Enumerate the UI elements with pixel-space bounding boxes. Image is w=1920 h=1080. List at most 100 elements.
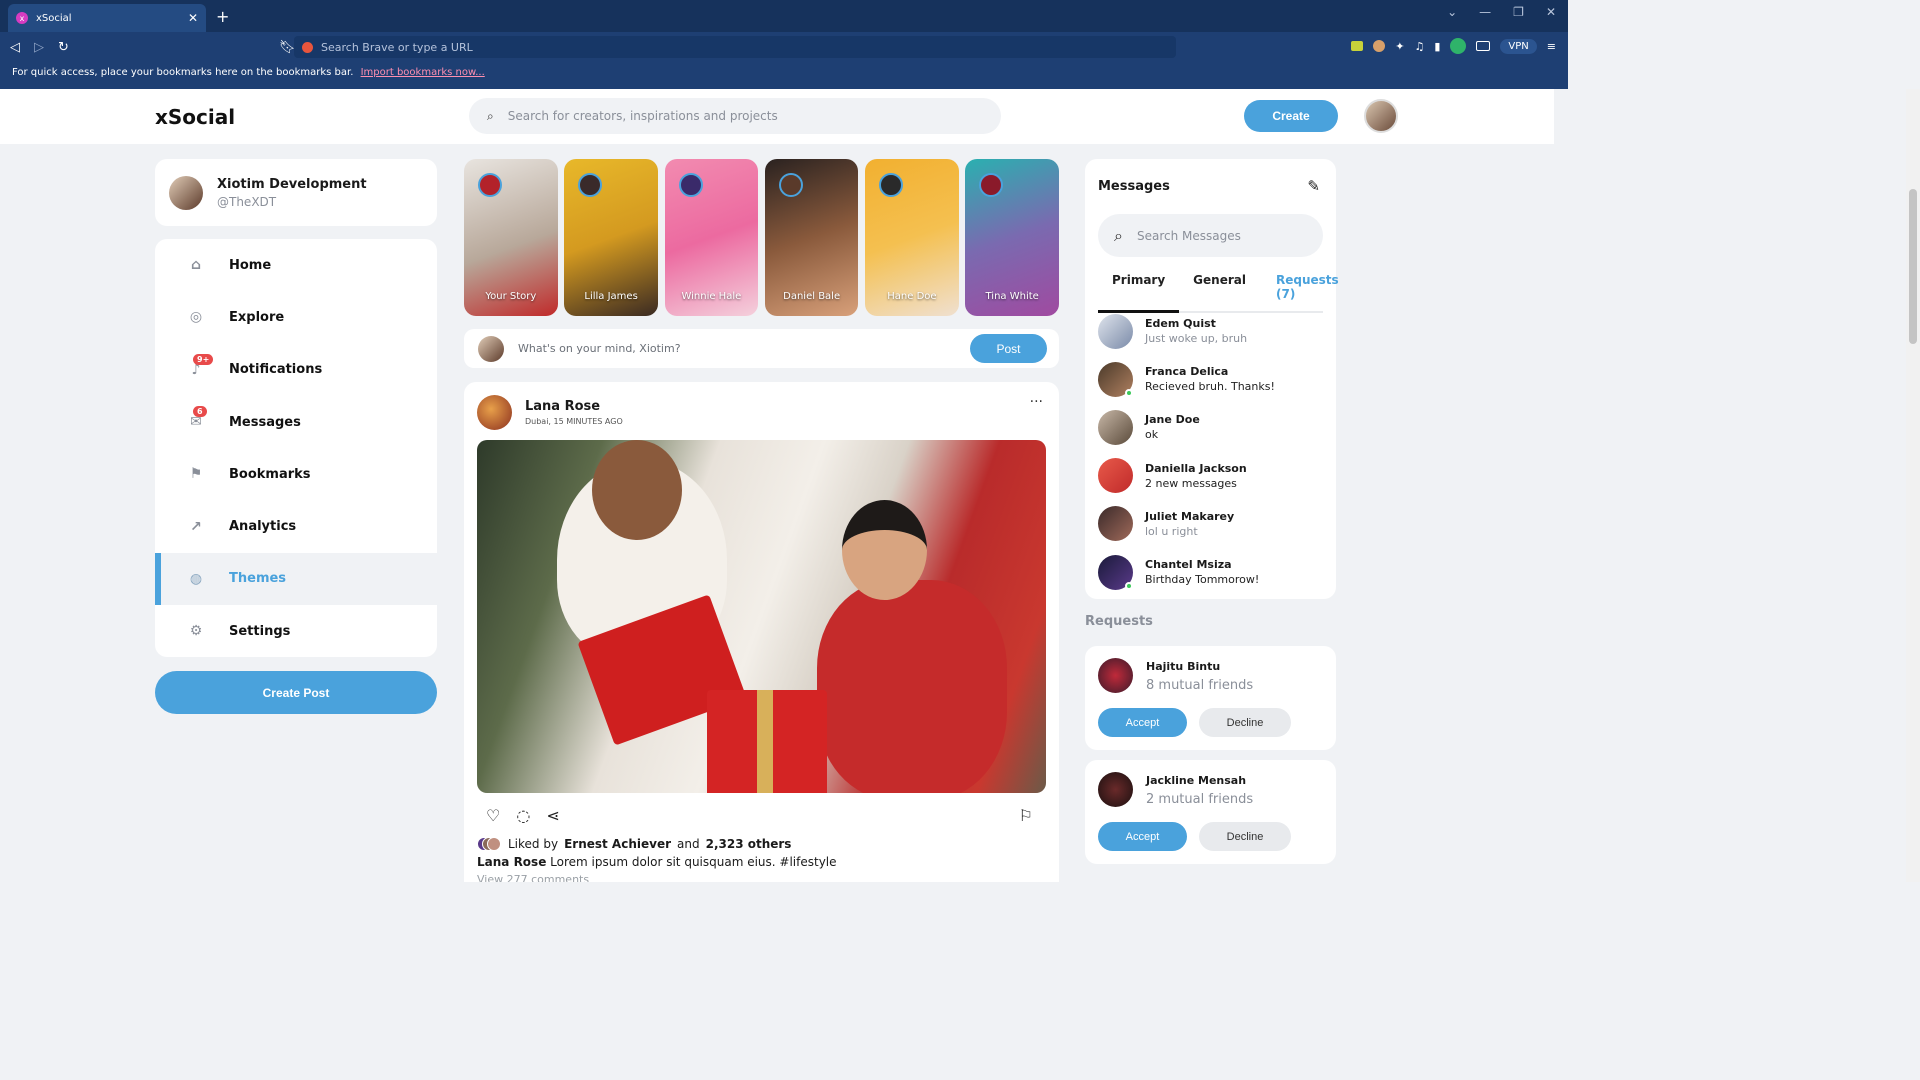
- extension-icon[interactable]: [1450, 38, 1467, 54]
- create-button[interactable]: Create: [1244, 100, 1338, 132]
- post-button[interactable]: Post: [970, 334, 1047, 363]
- close-tab-icon[interactable]: ✕: [188, 11, 198, 25]
- minimize-icon[interactable]: —: [1479, 5, 1491, 19]
- extension-icon[interactable]: [1351, 41, 1364, 51]
- reload-icon[interactable]: ↻: [58, 40, 69, 55]
- message-sender: Edem Quist: [1145, 317, 1216, 331]
- sidebar-item-label: Themes: [229, 571, 287, 587]
- window-controls: ⌄ — ❐ ✕: [1447, 5, 1556, 19]
- sidebar-item-bookmarks[interactable]: ⚑ Bookmarks: [155, 448, 437, 500]
- story-card[interactable]: Hane Doe: [865, 159, 959, 316]
- list-item[interactable]: Franca Delica Recieved bruh. Thanks!: [1098, 355, 1323, 403]
- liked-by-others[interactable]: 2,323 others: [706, 837, 792, 851]
- music-icon[interactable]: ♫: [1414, 40, 1424, 53]
- heart-icon[interactable]: ♡: [486, 806, 500, 825]
- message-preview: ok: [1145, 428, 1159, 442]
- menu-icon[interactable]: ≡: [1547, 40, 1556, 53]
- vpn-button[interactable]: VPN: [1500, 38, 1537, 54]
- accept-button[interactable]: Accept: [1098, 708, 1187, 737]
- bell-icon: ♪ 9+: [187, 353, 214, 378]
- browser-chrome: x xSocial ✕ + ⌄ — ❐ ✕ ◁ ▷ ↻ 🔖︎ Search Br…: [0, 0, 1568, 89]
- decline-button[interactable]: Decline: [1199, 708, 1291, 737]
- avatar: [1098, 554, 1133, 590]
- sidebar-item-settings[interactable]: ⚙ Settings: [155, 605, 437, 657]
- search-input[interactable]: ⌕ Search for creators, inspirations and …: [469, 98, 1001, 134]
- wallet-icon[interactable]: [1476, 41, 1491, 51]
- story-card[interactable]: Your Story: [464, 159, 558, 316]
- close-window-icon[interactable]: ✕: [1546, 5, 1556, 19]
- puzzle-icon[interactable]: ✦: [1395, 40, 1404, 53]
- sidebar-item-home[interactable]: ⌂ Home: [155, 239, 437, 291]
- story-card[interactable]: Winnie Hale: [664, 159, 759, 316]
- sidebar-item-analytics[interactable]: ↗ Analytics: [155, 500, 437, 552]
- view-comments-link[interactable]: View 277 comments: [477, 873, 589, 882]
- new-tab-icon[interactable]: +: [216, 7, 229, 26]
- restore-icon[interactable]: ❐: [1513, 5, 1524, 19]
- avatar: [1098, 458, 1133, 494]
- message-sender: Franca Delica: [1145, 365, 1229, 379]
- sidebar-toggle-icon[interactable]: ▮: [1434, 40, 1440, 53]
- avatar[interactable]: [477, 395, 512, 430]
- tab-requests[interactable]: Requests (7): [1262, 269, 1353, 311]
- brave-shield-icon[interactable]: [302, 41, 313, 53]
- avatar[interactable]: [1364, 99, 1398, 133]
- liked-by-name[interactable]: Ernest Achiever: [564, 837, 671, 851]
- browser-tab[interactable]: x xSocial ✕: [8, 4, 206, 32]
- tab-general[interactable]: General: [1179, 269, 1260, 311]
- accept-button[interactable]: Accept: [1098, 822, 1187, 851]
- sidebar-item-notifications[interactable]: ♪ 9+ Notifications: [155, 344, 437, 396]
- notification-badge: 9+: [193, 353, 214, 365]
- extension-icon[interactable]: [1373, 40, 1386, 52]
- profile-name: Xiotim Development: [217, 176, 367, 192]
- request-name[interactable]: Hajitu Bintu: [1146, 660, 1220, 673]
- compose-icon[interactable]: ✎: [1307, 177, 1320, 195]
- sidebar-nav: ⌂ Home ◎ Explore ♪ 9+ Notifications ✉ 6 Me…: [155, 239, 437, 657]
- avatar: [1098, 313, 1133, 349]
- tab-title: xSocial: [36, 12, 72, 24]
- back-icon[interactable]: ◁: [10, 40, 20, 55]
- page-scrollbar[interactable]: [1906, 89, 1920, 882]
- bookmark-page-icon[interactable]: 🔖︎: [279, 40, 296, 55]
- list-item[interactable]: Juliet Makarey lol u right: [1098, 500, 1323, 548]
- post-author[interactable]: Lana Rose: [525, 399, 623, 414]
- tab-primary[interactable]: Primary: [1098, 269, 1180, 313]
- more-options-icon[interactable]: ···: [1030, 394, 1043, 410]
- sidebar-item-messages[interactable]: ✉ 6 Messages: [155, 396, 437, 448]
- sidebar-item-themes[interactable]: ◍ Themes: [155, 552, 437, 606]
- post-image[interactable]: [477, 440, 1046, 793]
- avatar[interactable]: [1098, 772, 1133, 807]
- caption-author[interactable]: Lana Rose: [477, 855, 546, 869]
- bookmark-icon[interactable]: ⚐: [1019, 806, 1033, 825]
- composer-input[interactable]: What's on your mind, Xiotim?: [518, 342, 681, 355]
- scrollbar-thumb[interactable]: [1909, 189, 1917, 344]
- request-name[interactable]: Jackline Mensah: [1146, 774, 1246, 787]
- story-card[interactable]: Daniel Bale: [764, 159, 859, 316]
- sidebar-item-label: Explore: [229, 309, 285, 325]
- comment-icon[interactable]: ◌: [516, 806, 530, 825]
- post-composer[interactable]: What's on your mind, Xiotim? Post: [464, 329, 1059, 368]
- list-item[interactable]: Chantel Msiza Birthday Tommorow!: [1098, 548, 1323, 596]
- message-search-input[interactable]: ⌕ Search Messages: [1098, 214, 1323, 257]
- app-logo[interactable]: xSocial: [155, 105, 235, 129]
- address-bar[interactable]: Search Brave or type a URL: [294, 36, 1176, 58]
- story-card[interactable]: Tina White: [965, 159, 1059, 316]
- image-figure: [592, 440, 682, 540]
- mutual-friends: 8 mutual friends: [1146, 678, 1254, 693]
- profile-card[interactable]: Xiotim Development @TheXDT: [155, 159, 437, 226]
- decline-button[interactable]: Decline: [1199, 822, 1291, 851]
- create-post-button[interactable]: Create Post: [155, 671, 437, 714]
- avatar: [478, 335, 504, 362]
- mutual-friends: 2 mutual friends: [1146, 792, 1254, 807]
- list-item[interactable]: Jane Doe ok: [1098, 403, 1323, 451]
- import-bookmarks-link[interactable]: Import bookmarks now...: [361, 67, 485, 78]
- avatar[interactable]: [1098, 658, 1133, 693]
- story-name: Lilla James: [584, 291, 638, 302]
- story-card[interactable]: Lilla James: [564, 159, 658, 316]
- list-item[interactable]: Daniella Jackson 2 new messages: [1098, 452, 1323, 500]
- sidebar-item-explore[interactable]: ◎ Explore: [155, 291, 437, 343]
- tab-strip: x xSocial ✕ + ⌄ — ❐ ✕: [0, 0, 1568, 32]
- forward-icon[interactable]: ▷: [34, 40, 44, 55]
- share-icon[interactable]: ⋖: [546, 806, 559, 825]
- tab-search-icon[interactable]: ⌄: [1447, 5, 1457, 19]
- list-item[interactable]: Edem Quist Just woke up, bruh: [1098, 307, 1323, 355]
